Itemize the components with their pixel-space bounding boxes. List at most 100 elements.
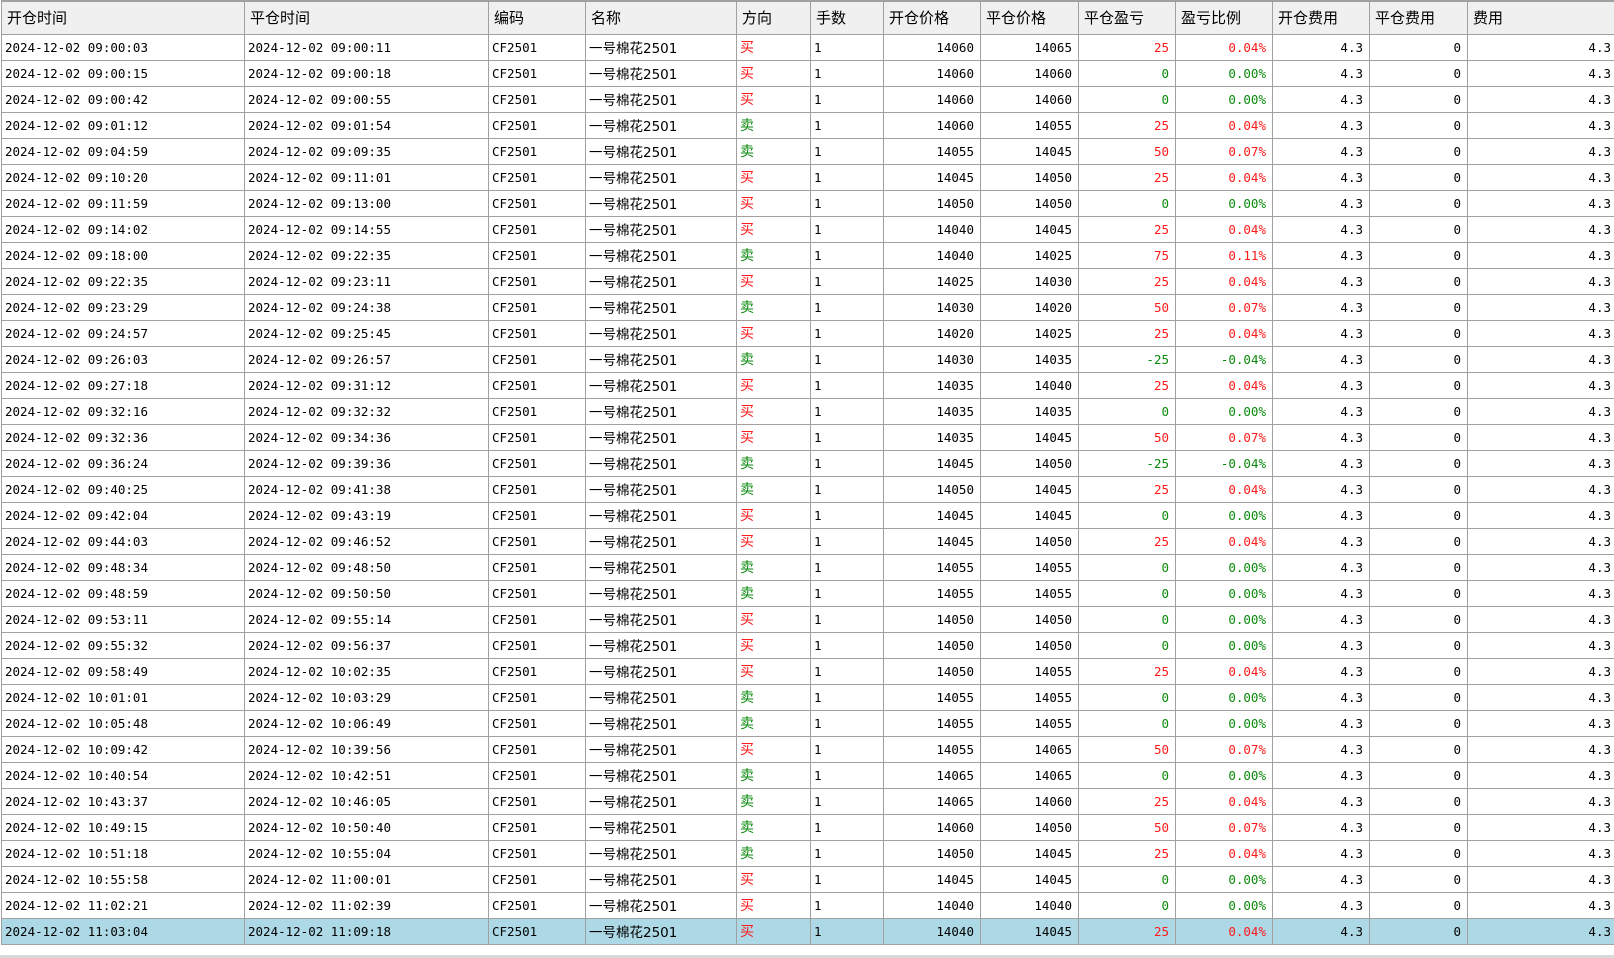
- cell-code: CF2501: [488, 839, 586, 867]
- column-header-code[interactable]: 编码: [488, 0, 586, 35]
- column-header-open-fee[interactable]: 开仓费用: [1272, 0, 1370, 35]
- cell-direction: 买: [736, 527, 811, 555]
- cell-close-time: 2024-12-02 09:24:38: [244, 293, 489, 321]
- table-row[interactable]: 2024-12-02 09:26:03 2024-12-02 09:26:57 CF…: [1, 345, 1614, 373]
- cell-direction: 卖: [736, 761, 811, 789]
- column-header-open-price[interactable]: 开仓价格: [883, 0, 981, 35]
- cell-lots: 1: [810, 33, 884, 61]
- cell-code: CF2501: [488, 631, 586, 659]
- table-row[interactable]: 2024-12-02 09:00:42 2024-12-02 09:00:55 CF…: [1, 85, 1614, 113]
- cell-direction: 卖: [736, 709, 811, 737]
- table-row[interactable]: 2024-12-02 09:00:03 2024-12-02 09:00:11 CF…: [1, 33, 1614, 61]
- cell-lots: 1: [810, 371, 884, 399]
- cell-close-fee: 0: [1369, 33, 1468, 61]
- table-row[interactable]: 2024-12-02 09:32:36 2024-12-02 09:34:36 CF…: [1, 423, 1614, 451]
- cell-lots: 1: [810, 761, 884, 789]
- cell-close-fee: 0: [1369, 579, 1468, 607]
- cell-direction: 卖: [736, 137, 811, 165]
- cell-direction: 买: [736, 397, 811, 425]
- cell-name: 一号棉花2501: [585, 449, 737, 477]
- table-row[interactable]: 2024-12-02 10:05:48 2024-12-02 10:06:49 CF…: [1, 709, 1614, 737]
- column-header-pnl-ratio[interactable]: 盈亏比例: [1175, 0, 1273, 35]
- cell-close-fee: 0: [1369, 813, 1468, 841]
- table-row[interactable]: 2024-12-02 09:44:03 2024-12-02 09:46:52 CF…: [1, 527, 1614, 555]
- table-row[interactable]: 2024-12-02 10:55:58 2024-12-02 11:00:01 CF…: [1, 865, 1614, 893]
- table-row[interactable]: 2024-12-02 09:22:35 2024-12-02 09:23:11 CF…: [1, 267, 1614, 295]
- table-row[interactable]: 2024-12-02 09:48:59 2024-12-02 09:50:50 CF…: [1, 579, 1614, 607]
- column-header-lots[interactable]: 手数: [810, 0, 884, 35]
- column-header-name[interactable]: 名称: [585, 0, 737, 35]
- cell-close-price: 14050: [980, 449, 1079, 477]
- cell-code: CF2501: [488, 891, 586, 919]
- column-header-close-pnl[interactable]: 平仓盈亏: [1078, 0, 1176, 35]
- table-row[interactable]: 2024-12-02 09:27:18 2024-12-02 09:31:12 CF…: [1, 371, 1614, 399]
- cell-close-time: 2024-12-02 10:06:49: [244, 709, 489, 737]
- table-row[interactable]: 2024-12-02 10:09:42 2024-12-02 10:39:56 CF…: [1, 735, 1614, 763]
- table-row[interactable]: 2024-12-02 11:02:21 2024-12-02 11:02:39 CF…: [1, 891, 1614, 919]
- cell-close-time: 2024-12-02 10:42:51: [244, 761, 489, 789]
- cell-close-time: 2024-12-02 09:25:45: [244, 319, 489, 347]
- table-row[interactable]: 2024-12-02 10:51:18 2024-12-02 10:55:04 CF…: [1, 839, 1614, 867]
- cell-direction: 买: [736, 189, 811, 217]
- cell-fee: 4.3: [1467, 371, 1614, 399]
- table-row[interactable]: 2024-12-02 09:42:04 2024-12-02 09:43:19 CF…: [1, 501, 1614, 529]
- cell-pnl-ratio: 0.04%: [1175, 787, 1273, 815]
- table-row[interactable]: 2024-12-02 09:48:34 2024-12-02 09:48:50 CF…: [1, 553, 1614, 581]
- cell-close-time: 2024-12-02 11:00:01: [244, 865, 489, 893]
- cell-open-price: 14025: [883, 267, 981, 295]
- table-row[interactable]: 2024-12-02 10:40:54 2024-12-02 10:42:51 CF…: [1, 761, 1614, 789]
- cell-open-price: 14045: [883, 527, 981, 555]
- column-header-open-time[interactable]: 开仓时间: [1, 0, 245, 35]
- table-row[interactable]: 2024-12-02 09:53:11 2024-12-02 09:55:14 CF…: [1, 605, 1614, 633]
- table-row[interactable]: 2024-12-02 09:01:12 2024-12-02 09:01:54 CF…: [1, 111, 1614, 139]
- table-row[interactable]: 2024-12-02 09:36:24 2024-12-02 09:39:36 CF…: [1, 449, 1614, 477]
- cell-open-time: 2024-12-02 09:00:03: [1, 33, 245, 61]
- table-row[interactable]: 2024-12-02 10:49:15 2024-12-02 10:50:40 CF…: [1, 813, 1614, 841]
- cell-lots: 1: [810, 423, 884, 451]
- cell-close-pnl: 25: [1078, 267, 1176, 295]
- cell-close-price: 14050: [980, 631, 1079, 659]
- cell-pnl-ratio: 0.04%: [1175, 319, 1273, 347]
- cell-close-time: 2024-12-02 09:50:50: [244, 579, 489, 607]
- cell-fee: 4.3: [1467, 345, 1614, 373]
- table-row[interactable]: 2024-12-02 09:55:32 2024-12-02 09:56:37 CF…: [1, 631, 1614, 659]
- cell-close-price: 14035: [980, 345, 1079, 373]
- table-row[interactable]: 2024-12-02 09:11:59 2024-12-02 09:13:00 CF…: [1, 189, 1614, 217]
- cell-open-price: 14050: [883, 189, 981, 217]
- table-row[interactable]: 2024-12-02 10:43:37 2024-12-02 10:46:05 CF…: [1, 787, 1614, 815]
- cell-fee: 4.3: [1467, 787, 1614, 815]
- table-row[interactable]: 2024-12-02 11:03:04 2024-12-02 11:09:18 CF…: [1, 917, 1614, 945]
- cell-open-time: 2024-12-02 09:01:12: [1, 111, 245, 139]
- table-row[interactable]: 2024-12-02 09:10:20 2024-12-02 09:11:01 CF…: [1, 163, 1614, 191]
- table-row[interactable]: 2024-12-02 09:14:02 2024-12-02 09:14:55 CF…: [1, 215, 1614, 243]
- table-row[interactable]: 2024-12-02 09:32:16 2024-12-02 09:32:32 CF…: [1, 397, 1614, 425]
- cell-open-time: 2024-12-02 09:44:03: [1, 527, 245, 555]
- cell-open-price: 14065: [883, 787, 981, 815]
- table-row[interactable]: 2024-12-02 09:24:57 2024-12-02 09:25:45 CF…: [1, 319, 1614, 347]
- table-row[interactable]: 2024-12-02 09:58:49 2024-12-02 10:02:35 CF…: [1, 657, 1614, 685]
- column-header-close-fee[interactable]: 平仓费用: [1369, 0, 1468, 35]
- table-row[interactable]: 2024-12-02 09:00:15 2024-12-02 09:00:18 CF…: [1, 59, 1614, 87]
- cell-lots: 1: [810, 501, 884, 529]
- table-row[interactable]: 2024-12-02 10:01:01 2024-12-02 10:03:29 CF…: [1, 683, 1614, 711]
- cell-close-fee: 0: [1369, 787, 1468, 815]
- cell-close-time: 2024-12-02 09:23:11: [244, 267, 489, 295]
- cell-fee: 4.3: [1467, 423, 1614, 451]
- cell-open-time: 2024-12-02 09:40:25: [1, 475, 245, 503]
- table-row[interactable]: 2024-12-02 09:04:59 2024-12-02 09:09:35 CF…: [1, 137, 1614, 165]
- table-row[interactable]: 2024-12-02 09:18:00 2024-12-02 09:22:35 CF…: [1, 241, 1614, 269]
- table-row[interactable]: 2024-12-02 09:23:29 2024-12-02 09:24:38 CF…: [1, 293, 1614, 321]
- cell-pnl-ratio: 0.04%: [1175, 267, 1273, 295]
- cell-close-fee: 0: [1369, 709, 1468, 737]
- column-header-close-time[interactable]: 平仓时间: [244, 0, 489, 35]
- cell-open-price: 14040: [883, 917, 981, 945]
- column-header-fee[interactable]: 费用: [1467, 0, 1614, 35]
- cell-close-fee: 0: [1369, 761, 1468, 789]
- cell-close-price: 14065: [980, 761, 1079, 789]
- column-header-direction[interactable]: 方向: [736, 0, 811, 35]
- cell-pnl-ratio: 0.04%: [1175, 475, 1273, 503]
- cell-open-fee: 4.3: [1272, 59, 1370, 87]
- table-row[interactable]: 2024-12-02 09:40:25 2024-12-02 09:41:38 CF…: [1, 475, 1614, 503]
- cell-lots: 1: [810, 345, 884, 373]
- column-header-close-price[interactable]: 平仓价格: [980, 0, 1079, 35]
